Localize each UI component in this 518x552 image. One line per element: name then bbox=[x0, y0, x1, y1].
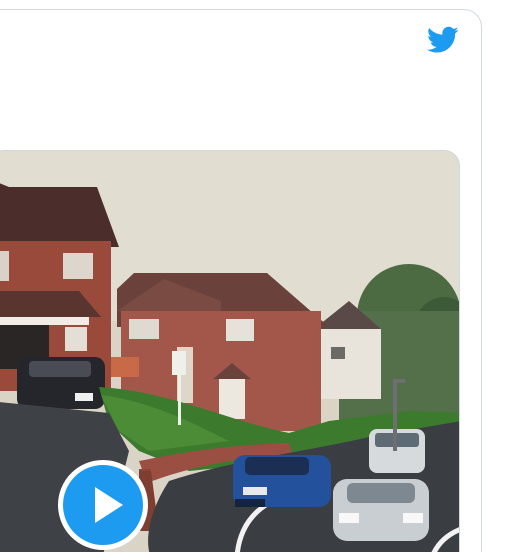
play-button[interactable] bbox=[58, 460, 148, 550]
play-icon bbox=[95, 487, 123, 523]
tweet-embed-page bbox=[0, 0, 518, 552]
twitter-bird-icon[interactable] bbox=[427, 26, 459, 54]
